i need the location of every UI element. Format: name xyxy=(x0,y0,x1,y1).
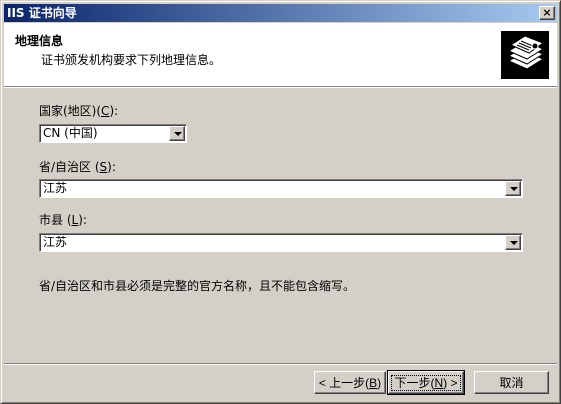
iis-certificate-wizard-window: IIS 证书向导 × 地理信息 证书颁发机构要求下列地理信息。 国家(地区)(C… xyxy=(0,0,561,404)
province-combobox[interactable]: 江苏 xyxy=(39,179,523,198)
naming-note: 省/自治区和市县必须是完整的官方名称，且不能包含缩写。 xyxy=(39,279,356,293)
footer-divider xyxy=(4,363,557,365)
next-button[interactable]: 下一步(N) > xyxy=(387,370,465,395)
page-title: 地理信息 xyxy=(15,34,64,48)
country-combobox[interactable]: CN (中国) xyxy=(39,124,187,143)
back-button[interactable]: < 上一步(B) xyxy=(314,371,386,394)
city-dropdown-chevron-down-icon[interactable] xyxy=(505,235,521,250)
city-label: 市县 (L): xyxy=(39,213,87,227)
country-dropdown-chevron-down-icon[interactable] xyxy=(169,126,185,141)
cancel-button[interactable]: 取消 xyxy=(474,371,549,394)
certificate-stack-icon xyxy=(501,31,549,79)
city-combobox[interactable]: 江苏 xyxy=(39,233,523,252)
country-label: 国家(地区)(C): xyxy=(39,104,119,118)
province-value: 江苏 xyxy=(43,181,68,195)
province-label: 省/自治区 (S): xyxy=(39,160,116,174)
wizard-header: 地理信息 证书颁发机构要求下列地理信息。 xyxy=(4,23,557,86)
country-value: CN (中国) xyxy=(43,126,98,140)
page-description: 证书颁发机构要求下列地理信息。 xyxy=(41,53,222,67)
window-title: IIS 证书向导 xyxy=(7,6,77,20)
header-divider xyxy=(4,86,557,88)
title-bar[interactable]: IIS 证书向导 × xyxy=(4,4,557,22)
city-value: 江苏 xyxy=(43,235,68,249)
close-button[interactable]: × xyxy=(539,6,555,20)
province-dropdown-chevron-down-icon[interactable] xyxy=(505,181,521,196)
close-icon: × xyxy=(542,6,552,19)
